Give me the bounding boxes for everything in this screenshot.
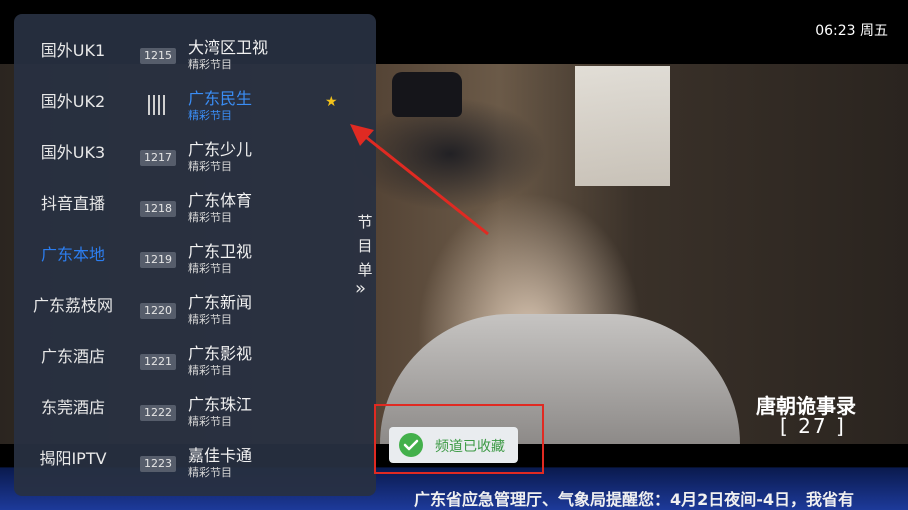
favorite-toast: 频道已收藏 (389, 427, 518, 463)
annotation-arrow-head (350, 124, 374, 146)
annotation-arrow-shaft (361, 132, 489, 236)
toast-message: 频道已收藏 (435, 439, 505, 455)
check-circle-icon (399, 433, 423, 457)
